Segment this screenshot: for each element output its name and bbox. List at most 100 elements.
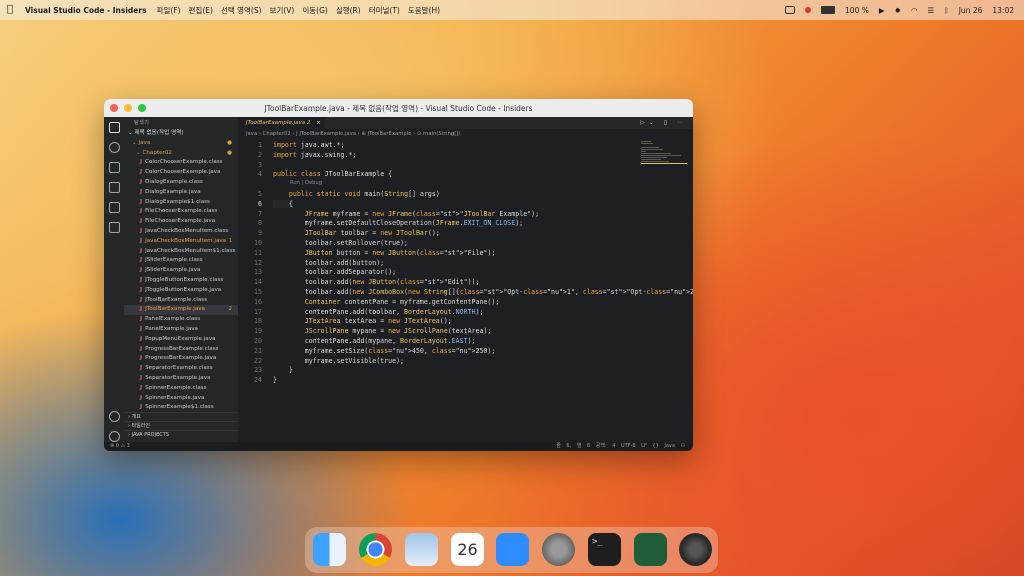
wifi-icon[interactable]: ◠ [911,6,918,15]
problems-status[interactable]: ⊗ 0 ⚠ 3 [110,442,130,451]
breadcrumb[interactable]: Java › Chapter02 › J JToolBarExample.jav… [238,129,693,139]
file-item[interactable]: J ColorChooserExample.java [124,168,238,178]
file-item[interactable]: J DialogExample$1.class [124,198,238,208]
menu-run[interactable]: 실행(R) [336,5,361,16]
time[interactable]: 13:02 [992,6,1014,15]
code-line[interactable]: public class JToolBarExample { [273,170,392,178]
vscode-insiders-icon[interactable] [634,533,667,566]
code-line[interactable]: public static void main(String[] args) [273,190,440,198]
menu-go[interactable]: 이동(G) [302,5,327,16]
file-name: SeparatorExample.java [145,374,211,381]
code-line[interactable]: JTextArea textArea = new JTextArea(); [273,317,452,325]
file-item[interactable]: J JToolBarExample.class [124,296,238,306]
file-item[interactable]: J JToggleButtonExample.class [124,276,238,286]
battery-icon[interactable] [821,6,836,14]
file-item[interactable]: J JToggleButtonExample.java [124,286,238,296]
code-line[interactable]: myframe.setVisible(true); [273,357,404,365]
search-icon[interactable] [108,142,120,153]
code-line[interactable]: toolbar.add(button); [273,259,384,267]
tab-jtoolbarexample[interactable]: JToolBarExample.java 2 × [238,117,325,129]
file-item[interactable]: J SeparatorExample.java [124,374,238,384]
title-bar[interactable]: JToolBarExample.java - 제목 없음(작업 영역) - Vi… [104,99,693,117]
display-icon[interactable] [785,6,796,14]
menu-help[interactable]: 도움말(H) [408,5,440,16]
minimap[interactable] [641,141,687,171]
section-java-projects[interactable]: › JAVA PROJECTS [124,430,238,440]
run-debug-icon[interactable] [108,182,120,193]
apple-icon[interactable]:  [7,5,17,15]
manage-gear-icon[interactable] [108,431,120,442]
control-center-icon[interactable]: ☰ [927,6,934,15]
code-line[interactable]: toolbar.add(new JComboBox(new String[]{c… [273,288,693,296]
code-line[interactable]: JScrollPane mypane = new JScrollPane(tex… [273,327,492,335]
workspace-row[interactable]: ⌄ 제목 없음(작업 영역) [124,129,238,139]
folder-java[interactable]: ⌄ Java ● [124,139,238,149]
finder-icon[interactable] [313,533,346,566]
file-item[interactable]: J SpinnerExample.class [124,384,238,394]
code-line[interactable]: toolbar.addSeparator(); [273,268,396,276]
brightness-icon[interactable]: ✹ [895,6,901,15]
menu-file[interactable]: 파일(F) [157,5,181,16]
file-item[interactable]: J FileChooserExample.class [124,207,238,217]
account-icon[interactable] [108,411,120,422]
file-item[interactable]: J JavaCheckBoxMenuItem.java 1 [124,237,238,247]
code-line[interactable]: } [273,366,293,374]
terminal-icon[interactable]: >_ [588,533,621,566]
file-item[interactable]: J PanelExample.java [124,325,238,335]
code-line[interactable]: { [273,199,293,208]
file-item[interactable]: J JSliderExample.class [124,256,238,266]
app-name[interactable]: Visual Studio Code - Insiders [25,6,147,15]
file-item[interactable]: J SeparatorExample.class [124,364,238,374]
file-item[interactable]: J ColorChooserExample.class [124,158,238,168]
play-icon[interactable]: ▶ [879,6,885,15]
file-item[interactable]: J PopupMenuExample.java [124,335,238,345]
calendar-icon[interactable]: 26 [451,533,484,566]
notification-icon[interactable] [805,7,812,13]
code-line[interactable]: toolbar.setRollover(true); [273,239,408,247]
testing-icon[interactable] [108,222,120,233]
settings-icon[interactable] [679,533,712,566]
code-line[interactable]: import javax.swing.*; [273,151,356,159]
file-item[interactable]: J ProgressBarExample.class [124,345,238,355]
source-control-icon[interactable] [108,162,120,173]
file-item[interactable]: J JSliderExample.java [124,266,238,276]
chrome-icon[interactable] [359,533,392,566]
file-item[interactable]: J JavaCheckBoxMenuItem$1.class [124,247,238,257]
code-line[interactable]: import java.awt.*; [273,141,344,149]
code-line[interactable]: contentPane.add(toolbar, BorderLayout.NO… [273,308,484,316]
date[interactable]: Jun 26 [959,6,983,15]
code-line[interactable]: contentPane.add(mypane, BorderLayout.EAS… [273,337,476,345]
file-item[interactable]: J ProgressBarExample.java [124,354,238,364]
code-line[interactable]: JButton button = new JButton(class="st">… [273,249,496,257]
code-line[interactable]: JFrame myframe = new JFrame(class="st">"… [273,210,539,218]
code-lens[interactable]: Run | Debug [290,180,322,186]
code-line[interactable]: myframe.setDefaultCloseOperation(JFrame.… [273,219,523,227]
code-line[interactable]: myframe.setSize(class="nu">450, class="n… [273,347,496,355]
bluetooth-icon[interactable]: ᛒ [944,6,949,15]
preview-icon[interactable] [405,533,438,566]
file-item[interactable]: J JToolBarExample.java 2 [124,305,238,316]
system-preferences-icon[interactable] [542,533,575,566]
menu-view[interactable]: 보기(V) [270,5,295,16]
file-item[interactable]: J DialogExample.java [124,188,238,198]
folder-chapter02[interactable]: ⌄ Chapter02 ● [124,149,238,159]
code-line[interactable]: toolbar.add(new JButton(class="st">"Edit… [273,278,480,286]
editor-status[interactable]: 줄 6, 열 6 공백: 4 UTF-8 LF {} Java ⚇ [556,442,685,451]
menu-edit[interactable]: 편집(E) [189,5,213,16]
file-item[interactable]: J JavaCheckBoxMenuItem.class [124,227,238,237]
file-item[interactable]: J DialogExample.class [124,178,238,188]
close-tab-icon[interactable]: × [316,117,321,129]
editor-actions[interactable]: ▷⌄ ▯ ⋯ [640,119,687,126]
menu-selection[interactable]: 선택 영역(S) [221,5,262,16]
file-item[interactable]: J SpinnerExample.java [124,394,238,404]
code-line[interactable]: } [273,376,277,384]
explorer-icon[interactable] [108,122,120,133]
file-item[interactable]: J PanelExample.class [124,315,238,325]
zoom-icon[interactable] [496,533,529,566]
menu-terminal[interactable]: 터미널(T) [369,5,400,16]
extensions-icon[interactable] [108,202,120,213]
code-editor[interactable]: 1 import java.awt.*; 2 import javax.swing.*… [238,141,693,442]
code-line[interactable]: JToolBar toolbar = new JToolBar(); [273,229,440,237]
code-line[interactable]: Container contentPane = myframe.getConte… [273,298,500,306]
file-item[interactable]: J FileChooserExample.java [124,217,238,227]
